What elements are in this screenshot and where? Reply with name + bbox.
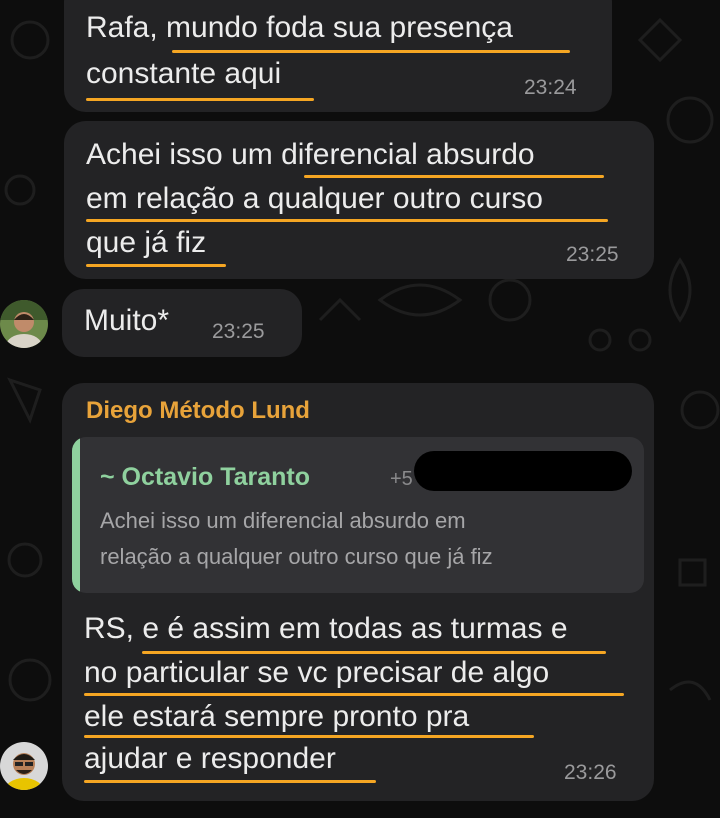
message-text-line: ele estará sempre pronto pra <box>84 700 470 733</box>
message-timestamp: 23:25 <box>212 320 265 343</box>
message-text-line: Achei isso um diferencial absurdo <box>86 138 535 171</box>
text-underline <box>86 98 314 101</box>
message-text-line: constante aqui <box>86 57 282 90</box>
text-underline <box>172 50 570 53</box>
message-timestamp: 23:24 <box>524 76 577 99</box>
text-underline <box>304 175 604 178</box>
quoted-phone: +5 <box>390 468 413 490</box>
message-bubble[interactable]: Rafa, mundo foda sua presença constante … <box>64 0 612 112</box>
text-underline <box>86 264 226 267</box>
message-text-line: RS, e é assim em todas as turmas e <box>84 612 568 645</box>
message-bubble[interactable]: Achei isso um diferencial absurdo em rel… <box>64 121 654 279</box>
text-underline <box>84 693 624 696</box>
quote-accent-bar <box>72 437 80 593</box>
quoted-message[interactable]: ~ Octavio Taranto +5 Achei isso um difer… <box>72 437 644 593</box>
quoted-text-line: relação a qualquer outro curso que já fi… <box>100 544 493 569</box>
message-text-line: Muito* <box>84 304 170 337</box>
sender-name[interactable]: Diego Método Lund <box>86 397 310 425</box>
text-underline <box>84 780 376 783</box>
message-text-line: ajudar e responder <box>84 742 336 775</box>
quoted-author: ~ Octavio Taranto <box>100 463 311 491</box>
message-text-line: no particular se vc precisar de algo <box>84 656 550 689</box>
diego-avatar[interactable] <box>0 742 48 790</box>
message-text-line: em relação a qualquer outro curso <box>86 182 543 215</box>
quoted-text-line: Achei isso um diferencial absurdo em <box>100 508 466 533</box>
message-bubble[interactable]: Muito* 23:25 <box>62 289 302 357</box>
message-text-line: que já fiz <box>86 226 207 259</box>
message-text-line: Rafa, mundo foda sua presença <box>86 11 513 44</box>
message-timestamp: 23:26 <box>564 761 617 784</box>
user-avatar[interactable] <box>0 300 48 348</box>
message-timestamp: 23:25 <box>566 243 619 266</box>
text-underline <box>86 219 608 222</box>
reply-message-bubble[interactable]: Diego Método Lund ~ Octavio Taranto +5 A… <box>62 383 654 801</box>
redacted-phone-number <box>414 451 632 491</box>
text-underline <box>84 735 534 738</box>
